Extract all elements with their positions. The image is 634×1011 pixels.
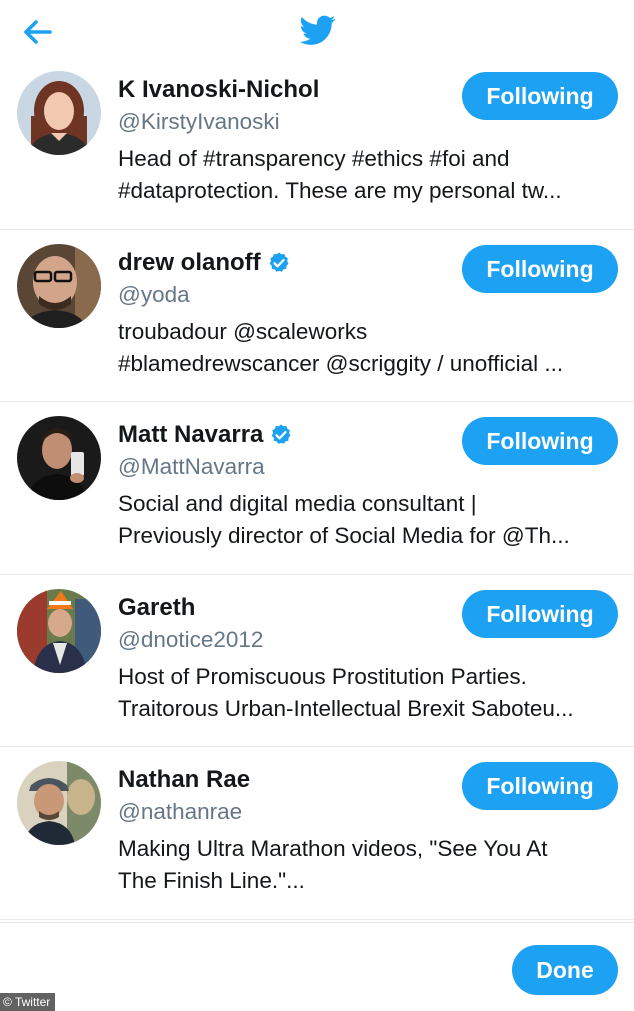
avatar-photo-icon [17,71,101,155]
list-item: Matt Navarra @MattNavarra Social and dig… [0,402,634,575]
bio-line: Social and digital media consultant | [118,491,477,516]
user-bio: Head of #transparency #ethics #foi and #… [118,143,618,207]
verified-badge-icon [269,252,289,272]
user-name[interactable]: Nathan Rae [118,766,250,794]
done-button[interactable]: Done [512,945,618,995]
arrow-left-icon [24,20,52,44]
name-line: Nathan Rae [118,765,250,795]
twitter-bird-icon [299,15,336,45]
avatar-photo-icon [17,243,101,328]
bio-line: #dataprotection. These are my personal t… [118,178,562,203]
verified-badge-icon [272,424,291,444]
user-list: K Ivanoski-Nichol @KirstyIvanoski Head o… [0,57,634,920]
user-handle[interactable]: @nathanrae [118,799,242,825]
footer-bar: Done [0,922,634,1011]
list-item: Nathan Rae @nathanrae Making Ultra Marat… [0,747,634,920]
user-handle[interactable]: @MattNavarra [118,454,265,480]
avatar[interactable] [17,71,101,155]
avatar-photo-icon [17,588,101,673]
user-handle[interactable]: @dnotice2012 [118,627,263,653]
following-button[interactable]: Following [462,417,618,465]
list-item: drew olanoff @yoda troubadour @scalework… [0,230,634,402]
user-name[interactable]: Gareth [118,594,195,622]
name-line: drew olanoff [118,248,291,278]
avatar[interactable] [17,761,101,845]
avatar-photo-icon [17,416,101,500]
bio-line: #blamedrewscancer @scriggity / unofficia… [118,350,564,376]
bio-line: Traitorous Urban-Intellectual Brexit Sab… [118,695,574,721]
twitter-logo [298,12,338,48]
user-bio: Social and digital media consultant | Pr… [118,488,618,552]
avatar[interactable] [17,416,101,500]
bio-line: Previously director of Social Media for … [118,523,570,548]
following-button[interactable]: Following [462,244,618,293]
user-bio: troubadour @scaleworks #blamedrewscancer… [118,316,618,380]
name-line: Gareth [118,593,195,623]
user-bio: Host of Promiscuous Prostitution Parties… [118,661,618,725]
following-button[interactable]: Following [462,589,618,638]
user-bio: Making Ultra Marathon videos, "See You A… [118,833,618,897]
user-name[interactable]: Matt Navarra [118,421,263,449]
bio-line: Making Ultra Marathon videos, "See You A… [118,836,548,861]
bio-line: Head of #transparency #ethics #foi and [118,146,510,171]
back-button[interactable] [20,14,56,50]
list-item: Gareth @dnotice2012 Host of Promiscuous … [0,575,634,747]
top-bar [0,0,634,60]
following-button[interactable]: Following [462,762,618,810]
list-item: K Ivanoski-Nichol @KirstyIvanoski Head o… [0,57,634,230]
avatar-photo-icon [17,761,101,845]
bio-line: The Finish Line."... [118,868,305,893]
following-button[interactable]: Following [462,72,618,120]
bio-line: troubadour @scaleworks [118,318,368,344]
bio-line: Host of Promiscuous Prostitution Parties… [118,663,527,689]
image-credit: © Twitter [0,993,56,1011]
user-name[interactable]: drew olanoff [118,249,261,277]
user-handle[interactable]: @KirstyIvanoski [118,109,280,135]
avatar[interactable] [17,243,101,328]
avatar[interactable] [17,588,101,673]
name-line: Matt Navarra [118,420,293,450]
name-line: K Ivanoski-Nichol [118,75,319,105]
user-handle[interactable]: @yoda [118,282,190,308]
user-name[interactable]: K Ivanoski-Nichol [118,76,319,104]
